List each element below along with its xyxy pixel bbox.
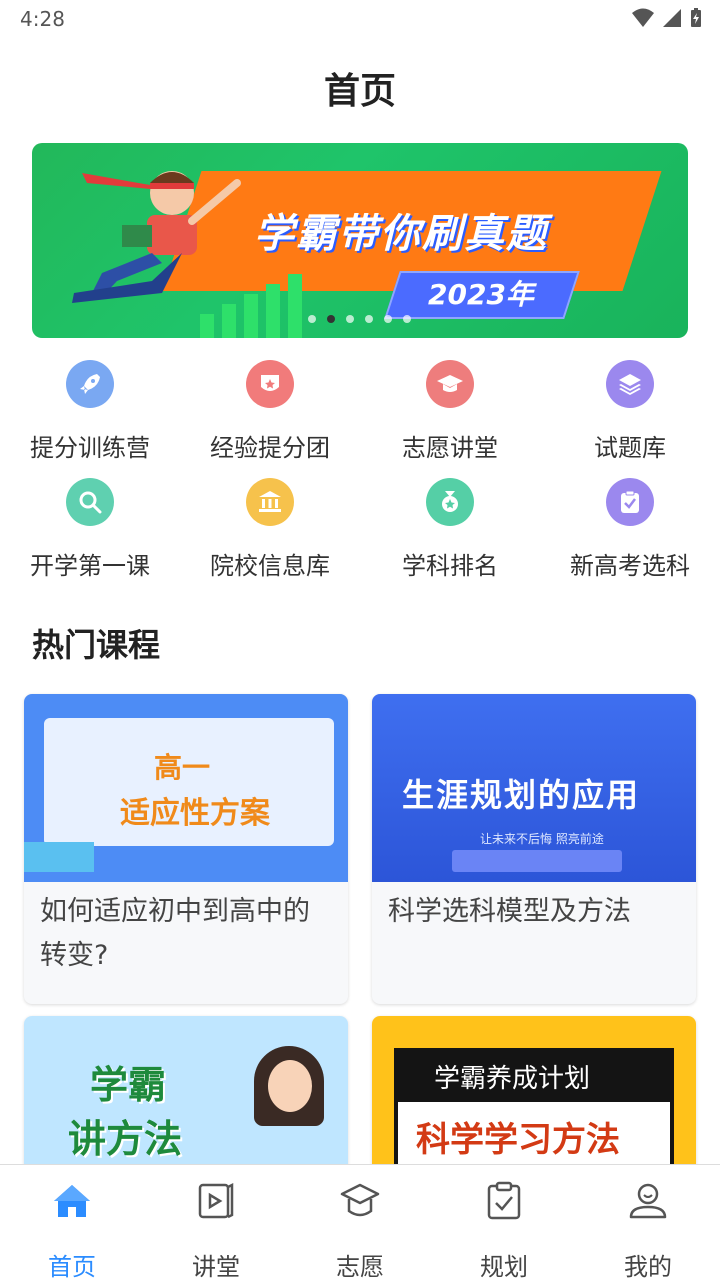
carousel-dot [384,315,392,323]
user-icon [629,1183,667,1219]
tab-label: 规划 [480,1253,528,1280]
tab-lecture[interactable]: 讲堂 [144,1165,288,1280]
video-book-icon [198,1182,234,1219]
banner-bar [266,284,280,338]
banner-year: 2023年 [428,278,534,311]
course-card[interactable]: 学霸养成计划 科学学习方法 [372,1016,696,1176]
banner-bar [244,294,258,338]
cover-stairs [452,850,622,872]
magnifier-icon [66,478,114,526]
banner-bar [288,274,302,338]
grid-item-question-bank[interactable]: 试题库 [540,360,720,463]
wifi-icon [632,8,654,27]
course-cover-image: 学霸 讲方法 [24,1016,348,1176]
carousel-dot [346,315,354,323]
course-title: 科学选科模型及方法 [388,896,631,927]
carousel-dot [403,315,411,323]
banner-title: 学霸带你刷真题 [254,211,548,257]
cover-subtext: 让未来不后悔 照亮前途 [480,832,604,846]
grid-item-first-lesson[interactable]: 开学第一课 [0,478,180,581]
banner-carousel[interactable]: 学霸带你刷真题 2023年 [32,143,688,338]
course-card[interactable]: 生涯规划的应用 让未来不后悔 照亮前途 科学选科模型及方法 [372,694,696,1004]
institution-icon [246,478,294,526]
cover-girl-face [268,1060,312,1112]
course-cover-image: 生涯规划的应用 让未来不后悔 照亮前途 [372,694,696,882]
grid-label: 经验提分团 [210,434,330,462]
carousel-dot [365,315,373,323]
carousel-indicator [308,315,411,323]
grid-item-subject-ranking[interactable]: 学科排名 [360,478,540,581]
home-icon [54,1185,90,1217]
tab-label: 志愿 [336,1253,384,1280]
bottom-tab-bar: 首页 讲堂 志愿 规划 我的 [0,1164,720,1280]
layers-icon [606,360,654,408]
tab-volunteer[interactable]: 志愿 [288,1165,432,1280]
grid-item-volunteer-lecture[interactable]: 志愿讲堂 [360,360,540,463]
graduation-cap-icon [426,360,474,408]
course-cover-image: 学霸养成计划 科学学习方法 [372,1016,696,1176]
page-title: 首页 [323,71,396,112]
student-illustration [72,171,241,303]
course-card[interactable]: 学霸 讲方法 [24,1016,348,1176]
graduation-cap-icon [340,1183,380,1217]
grid-item-training-camp[interactable]: 提分训练营 [0,360,180,463]
tab-label: 我的 [624,1253,672,1280]
grid-label: 新高考选科 [570,552,690,580]
cover-books [24,842,94,872]
battery-icon [691,8,701,27]
grid-label: 试题库 [594,434,666,462]
tab-planning[interactable]: 规划 [432,1165,576,1280]
clipboard-check-icon [606,478,654,526]
grid-label: 院校信息库 [210,552,330,580]
grid-item-college-info[interactable]: 院校信息库 [180,478,360,581]
grid-label: 学科排名 [402,552,498,580]
cover-text: 适应性方案 [120,796,270,831]
carousel-dot-active [327,315,335,323]
badge-star-icon [246,360,294,408]
banner-bar [200,314,214,338]
cover-text: 讲方法 [68,1117,183,1161]
tab-mine[interactable]: 我的 [576,1165,720,1280]
status-time: 4:28 [20,7,65,31]
course-cover-image: 高一 适应性方案 [24,694,348,882]
course-title: 如何适应初中到高中的转变? [40,896,310,971]
cover-text: 学霸养成计划 [434,1064,591,1094]
grid-item-new-gaokao-subjects[interactable]: 新高考选科 [540,478,720,581]
tab-label: 首页 [48,1253,96,1280]
course-card[interactable]: 高一 适应性方案 如何适应初中到高中的转变? [24,694,348,1004]
grid-label: 志愿讲堂 [402,434,498,462]
tab-label: 讲堂 [192,1253,240,1280]
status-bar: 4:28 [0,0,720,40]
cover-text: 高一 [154,751,211,784]
rocket-icon [66,360,114,408]
cover-text: 生涯规划的应用 [402,776,641,814]
medal-icon [426,478,474,526]
carousel-dot [308,315,316,323]
cellular-icon [663,9,681,27]
cover-text: 学霸 [90,1063,167,1107]
grid-item-experience-group[interactable]: 经验提分团 [180,360,360,463]
tab-home[interactable]: 首页 [0,1165,144,1280]
hot-courses-title: 热门课程 [32,626,161,664]
status-icons [632,8,702,28]
grid-label: 提分训练营 [30,434,150,462]
cover-text: 科学学习方法 [416,1120,620,1160]
clipboard-check-icon [487,1181,521,1220]
grid-label: 开学第一课 [30,552,150,580]
